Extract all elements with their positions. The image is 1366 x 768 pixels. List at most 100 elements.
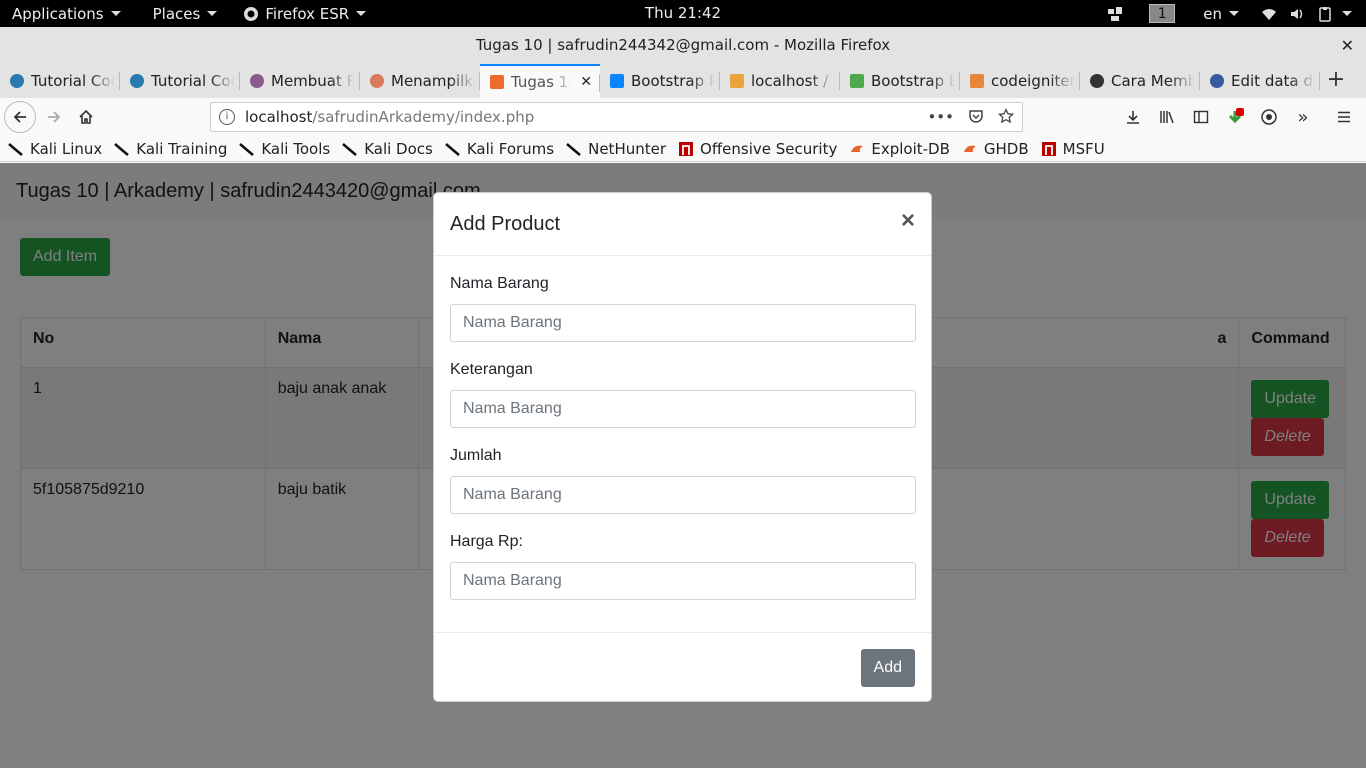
jumlah-input[interactable]: [450, 476, 916, 514]
exploitdb-icon: [851, 145, 864, 152]
account-icon: [1261, 109, 1277, 125]
home-button[interactable]: [72, 103, 100, 131]
clock[interactable]: Thu 21:42: [645, 4, 721, 22]
system-top-bar: Applications Places Firefox ESR Thu 21:4…: [0, 0, 1366, 27]
bookmark-label: Kali Training: [136, 139, 228, 158]
tab-favicon-icon: [250, 74, 264, 88]
tab-favicon-icon: [730, 74, 744, 88]
clipboard-icon[interactable]: [1317, 6, 1333, 22]
wifi-icon[interactable]: [1261, 6, 1277, 22]
addon-downloader-button[interactable]: [1221, 103, 1249, 131]
bookmark-label: MSFU: [1062, 139, 1105, 158]
bookmark-offensive-security[interactable]: Offensive Security: [678, 140, 837, 158]
bookmark-label: Kali Forums: [466, 139, 555, 158]
modal-close-button[interactable]: ×: [901, 207, 915, 235]
tab-favicon-icon: [1210, 74, 1224, 88]
firefox-label: Firefox ESR: [265, 4, 350, 23]
system-menu-chevron-icon[interactable]: [1342, 11, 1352, 16]
chevron-down-icon: [110, 11, 121, 16]
tab-item[interactable]: Tutorial Codeigniter: [120, 64, 240, 98]
offsec-icon: [1041, 141, 1056, 156]
page-actions-icon[interactable]: •••: [927, 108, 954, 126]
bookmark-nethunter[interactable]: NetHunter: [566, 140, 666, 158]
kali-dragon-icon: [239, 142, 255, 156]
tab-close-icon[interactable]: ✕: [580, 74, 592, 90]
kali-dragon-icon: [114, 142, 130, 156]
places-menu[interactable]: Places: [133, 0, 230, 27]
downloads-button[interactable]: [1119, 103, 1147, 131]
kali-dragon-icon: [8, 142, 23, 156]
tab-item[interactable]: Menampilkan Data: [360, 64, 480, 98]
pocket-icon[interactable]: [968, 108, 984, 124]
modal-header: Add Product ×: [434, 193, 931, 256]
tab-favicon-icon: [10, 74, 24, 88]
new-tab-button[interactable]: +: [1320, 64, 1352, 98]
tab-strip: Tutorial Codeigniter Tutorial Codeignite…: [0, 64, 1366, 98]
library-button[interactable]: [1153, 103, 1181, 131]
bookmark-label: Exploit-DB: [871, 139, 950, 158]
addon-download-icon: [1228, 108, 1244, 124]
window-close-button[interactable]: ✕: [1341, 27, 1354, 64]
bookmark-star-icon[interactable]: [998, 108, 1014, 124]
bookmark-kali-tools[interactable]: Kali Tools: [239, 140, 330, 158]
url-bar[interactable]: i localhost/safrudinArkademy/index.php •…: [210, 102, 1023, 132]
arrow-right-icon: [48, 111, 61, 123]
bookmark-exploit-db[interactable]: Exploit-DB: [849, 140, 950, 158]
bookmark-kali-training[interactable]: Kali Training: [114, 140, 227, 158]
firefox-app-menu[interactable]: Firefox ESR: [229, 0, 378, 27]
tab-item[interactable]: Bootstrap Pagination: [600, 64, 720, 98]
offsec-icon: [679, 141, 694, 156]
tab-item[interactable]: Edit data di codeigniter: [1200, 64, 1320, 98]
sidebar-icon: [1193, 110, 1209, 124]
add-product-modal: Add Product × Nama Barang Keterangan Jum…: [433, 192, 932, 702]
back-button[interactable]: [4, 101, 36, 133]
account-button[interactable]: [1255, 103, 1283, 131]
workspaces-icon[interactable]: [1107, 6, 1123, 22]
tab-item[interactable]: Tutorial Codeigniter: [0, 64, 120, 98]
info-icon[interactable]: i: [219, 109, 235, 125]
sidebar-button[interactable]: [1187, 103, 1215, 131]
tab-item-active[interactable]: Tugas 10 ✕: [480, 64, 600, 98]
tab-favicon-icon: [490, 75, 504, 89]
hamburger-menu-button[interactable]: [1330, 103, 1358, 131]
nama-barang-input[interactable]: [450, 304, 916, 342]
tab-label: Tutorial Codeigniter: [151, 72, 235, 90]
keterangan-input[interactable]: [450, 390, 916, 428]
harga-input[interactable]: [450, 562, 916, 600]
download-icon: [1127, 111, 1139, 124]
modal-title: Add Product: [450, 212, 561, 235]
forward-button[interactable]: [40, 103, 68, 131]
tab-item[interactable]: Bootstrap Buttons: [840, 64, 960, 98]
bookmark-kali-docs[interactable]: Kali Docs: [342, 140, 433, 158]
url-path: /safrudinArkademy/index.php: [312, 108, 535, 126]
bookmark-msfu[interactable]: MSFU: [1041, 140, 1105, 158]
overflow-menu-button[interactable]: »: [1289, 103, 1317, 131]
window-title-bar: Tugas 10 | safrudin244342@gmail.com - Mo…: [0, 27, 1366, 64]
bookmark-label: Kali Linux: [30, 139, 103, 158]
tab-label: Tugas 10: [511, 73, 571, 91]
bookmark-kali-linux[interactable]: Kali Linux: [8, 140, 102, 158]
tab-item[interactable]: Cara Membuat: [1080, 64, 1200, 98]
tab-favicon-icon: [850, 74, 864, 88]
firefox-icon: [244, 6, 259, 21]
tab-item[interactable]: localhost / localhost: [720, 64, 840, 98]
bookmark-label: Kali Tools: [261, 139, 331, 158]
chevron-down-icon: [207, 11, 218, 16]
applications-menu[interactable]: Applications: [0, 0, 133, 27]
workspace-indicator[interactable]: 1: [1149, 4, 1176, 23]
bookmark-kali-forums[interactable]: Kali Forums: [445, 140, 554, 158]
tab-favicon-icon: [130, 74, 144, 88]
chevron-double-right-icon: »: [1297, 106, 1309, 128]
bookmark-label: GHDB: [983, 139, 1029, 158]
field-group-keterangan: Keterangan: [450, 358, 916, 428]
tab-label: Membuat Fungsi: [271, 72, 355, 90]
add-button[interactable]: Add: [860, 648, 915, 687]
field-group-nama-barang: Nama Barang: [450, 272, 916, 342]
tab-favicon-icon: [370, 74, 384, 88]
tab-item[interactable]: Membuat Fungsi: [240, 64, 360, 98]
volume-icon[interactable]: [1289, 6, 1305, 22]
bookmark-ghdb[interactable]: GHDB: [962, 140, 1029, 158]
language-menu[interactable]: en: [1203, 0, 1261, 27]
tab-item[interactable]: codeigniter: [960, 64, 1080, 98]
applications-label: Applications: [12, 4, 104, 23]
